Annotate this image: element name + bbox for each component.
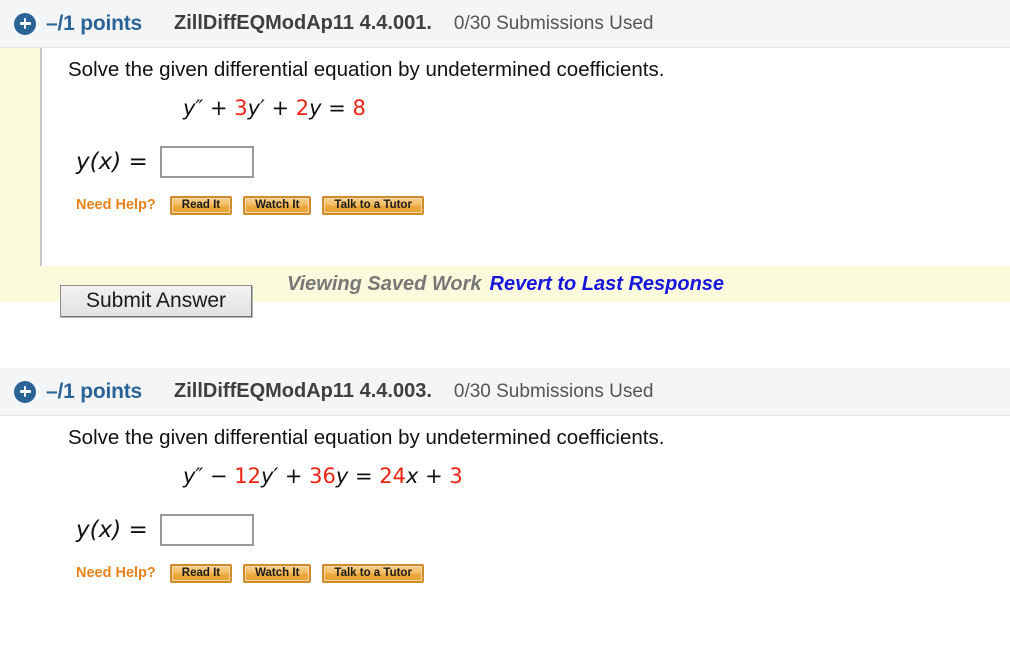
talk-to-tutor-button-2[interactable]: Talk to a Tutor [322,563,424,583]
problem-content-1: Solve the given differential equation by… [0,48,1010,215]
equation-token-num: 8 [352,95,366,120]
talk-to-tutor-button-1[interactable]: Talk to a Tutor [322,195,424,215]
need-help-label-2: Need Help? [76,565,156,582]
answer-row-1: y(x) = [76,145,1010,178]
plus-circle-icon[interactable] [14,12,36,35]
equation-1: y″ + 3y′ + 2y = 8 [183,96,1010,120]
problem-number-2: . [0,380,8,404]
problem-body-1: Solve the given differential equation by… [0,48,1010,270]
equation-token-num: 24 [379,463,406,488]
equation-token-num: 3 [234,95,248,120]
watch-it-button-2[interactable]: Watch It [243,563,312,583]
plus-circle-icon[interactable] [14,380,36,403]
answer-row-2: y(x) = [76,513,1010,546]
equation-token-op: = [348,463,380,488]
problem-code-2: ZillDiffEQModAp11 4.4.003. [174,380,432,402]
help-row-1: Need Help? Read It Watch It Talk to a Tu… [76,195,1010,215]
answer-input-2[interactable] [159,513,254,546]
equation-token-num: 12 [234,463,261,488]
equation-token-var: y′ [247,95,265,120]
problem-code-1: ZillDiffEQModAp11 4.4.001. [174,12,432,34]
equation-token-num: 3 [449,463,463,488]
points-label-2: –/1 points [46,379,143,403]
problem-prompt-1: Solve the given differential equation by… [68,58,665,81]
equation-token-op: + [203,95,235,120]
equation-token-num: 2 [295,95,310,120]
problem-header-1: . –/1 points ZillDiffEQModAp11 4.4.001. … [0,0,1010,48]
equation-token-op: + [418,463,450,488]
need-help-label-1: Need Help? [76,197,156,214]
problem-header-2: . –/1 points ZillDiffEQModAp11 4.4.003. … [0,368,1010,416]
revert-to-last-response-link[interactable]: Revert to Last Response [490,273,725,296]
equation-token-var: y [309,95,322,120]
problem-body-2: Solve the given differential equation by… [0,416,1010,626]
submit-answer-button[interactable]: Submit Answer [60,285,252,317]
watch-it-button-1[interactable]: Watch It [243,195,312,215]
problem-number-1: . [0,12,8,36]
equation-token-op: + [264,95,296,120]
answer-label-1: y(x) = [76,148,148,175]
points-label-1: –/1 points [46,11,143,35]
equation-token-op: − [203,463,235,488]
problem-prompt-2: Solve the given differential equation by… [68,426,665,449]
equation-token-var: y′ [260,463,279,488]
read-it-button-2[interactable]: Read It [169,563,233,583]
equation-token-op: = [321,95,353,120]
answer-input-1[interactable] [159,145,254,178]
equation-token-num: 36 [309,463,336,488]
equation-2: y″ − 12y′ + 36y = 24x + 3 [183,464,1010,488]
answer-label-2: y(x) = [76,516,148,543]
read-it-button-1[interactable]: Read It [169,195,233,215]
equation-token-var: y [335,463,349,488]
submissions-used-2: 0/30 Submissions Used [453,380,654,402]
problem-content-2: Solve the given differential equation by… [0,416,1010,583]
equation-token-var: y″ [183,95,204,120]
submissions-used-1: 0/30 Submissions Used [453,12,654,34]
help-row-2: Need Help? Read It Watch It Talk to a Tu… [76,563,1010,583]
equation-token-var: x [405,463,419,488]
viewing-saved-work-label: Viewing Saved Work [287,272,482,295]
equation-token-op: + [278,463,310,488]
equation-token-var: y″ [183,463,204,488]
